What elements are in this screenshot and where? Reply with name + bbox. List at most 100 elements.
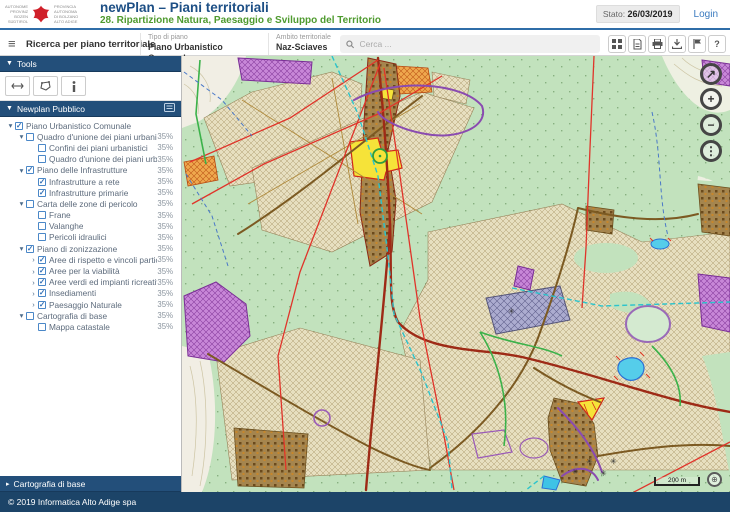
- layer-tree-item[interactable]: ›✓Paesaggio Naturale35%: [2, 299, 177, 310]
- layer-tree-item[interactable]: ›✓Aree verdi ed impianti ricreativi35%: [2, 277, 177, 288]
- layer-checkbox[interactable]: ✓: [38, 189, 46, 197]
- layer-tree-item[interactable]: ▾Quadro d'unione dei piani urbanistici35…: [2, 131, 177, 142]
- layer-checkbox[interactable]: [38, 233, 46, 241]
- map-canvas[interactable]: ✳: [182, 56, 730, 492]
- layer-label[interactable]: Aree di rispetto e vincoli particolari: [49, 255, 157, 265]
- layer-checkbox[interactable]: ✓: [38, 301, 46, 309]
- layer-label[interactable]: Paesaggio Naturale: [49, 300, 122, 310]
- layer-label[interactable]: Confini dei piani urbanistici: [49, 143, 148, 153]
- layer-checkbox[interactable]: ✓: [26, 166, 34, 174]
- layer-checkbox[interactable]: [26, 312, 34, 320]
- layer-tree-item[interactable]: ›✓Insediamenti35%: [2, 288, 177, 299]
- report-button[interactable]: [628, 35, 646, 53]
- expander-icon[interactable]: ›: [29, 289, 38, 298]
- layer-label[interactable]: Insediamenti: [49, 288, 96, 298]
- layer-checkbox[interactable]: [38, 222, 46, 230]
- expander-icon[interactable]: ›: [29, 267, 38, 276]
- layer-checkbox[interactable]: ✓: [38, 278, 46, 286]
- expander-icon[interactable]: ▾: [17, 166, 26, 175]
- layer-tree-item[interactable]: ›✓Aree di rispetto e vincoli particolari…: [2, 254, 177, 265]
- help-button[interactable]: ?: [708, 35, 726, 53]
- print-button[interactable]: [648, 35, 666, 53]
- layer-tree-item[interactable]: Frane35%: [2, 210, 177, 221]
- more-tools-button[interactable]: ⋮: [700, 140, 722, 162]
- expander-icon[interactable]: ▾: [17, 132, 26, 141]
- layer-tree-item[interactable]: Quadro d'unione dei piani urbanistici35%: [2, 154, 177, 165]
- measure-distance-icon: [11, 82, 24, 90]
- layer-checkbox[interactable]: ✓: [38, 256, 46, 264]
- status-date: 26/03/2019: [627, 9, 672, 19]
- layer-checkbox[interactable]: [38, 211, 46, 219]
- logo-text-it: PROVINCIAAUTONOMADI BOLZANOALTO ADIGE: [54, 4, 78, 24]
- layer-checkbox[interactable]: [38, 144, 46, 152]
- apps-grid-button[interactable]: [608, 35, 626, 53]
- layer-label[interactable]: Piano Urbanistico Comunale: [26, 121, 131, 131]
- measure-distance-button[interactable]: [5, 76, 30, 96]
- layer-tree-item[interactable]: ▾✓Piano Urbanistico Comunale: [2, 120, 177, 131]
- layer-tree-item[interactable]: ✓Infrastrutture primarie 35%: [2, 187, 177, 198]
- layer-tree-item[interactable]: Pericoli idraulici35%: [2, 232, 177, 243]
- layer-tree-item[interactable]: ▾Cartografia di base35%: [2, 310, 177, 321]
- layer-opacity: 35%: [157, 188, 177, 197]
- info-button[interactable]: [61, 76, 86, 96]
- layer-label[interactable]: Infrastrutture a rete: [49, 177, 120, 187]
- expander-icon[interactable]: ›: [29, 278, 38, 287]
- expander-icon[interactable]: ▾: [6, 121, 15, 130]
- export-button[interactable]: [668, 35, 686, 53]
- login-link[interactable]: Login: [694, 9, 718, 20]
- territory-field[interactable]: Ambito territoriale Naz-Sciaves: [268, 33, 334, 55]
- zoom-in-button[interactable]: +: [700, 88, 722, 110]
- layer-label[interactable]: Quadro d'unione dei piani urbanistici: [37, 132, 157, 142]
- layer-tree-item[interactable]: Mappa catastale35%: [2, 321, 177, 332]
- layer-checkbox[interactable]: ✓: [38, 267, 46, 275]
- sidebar: ▼ Tools: [0, 56, 182, 492]
- layer-checkbox[interactable]: [26, 200, 34, 208]
- layer-label[interactable]: Valanghe: [49, 221, 83, 231]
- layer-label[interactable]: Piano delle Infrastrutture: [37, 165, 127, 175]
- layer-checkbox[interactable]: ✓: [15, 122, 23, 130]
- layer-tree-item[interactable]: ▾✓Piano delle Infrastrutture35%: [2, 165, 177, 176]
- search-box[interactable]: [340, 35, 600, 53]
- search-input[interactable]: [360, 39, 594, 49]
- extent-button[interactable]: ↗: [700, 63, 722, 85]
- measure-area-button[interactable]: [33, 76, 58, 96]
- plan-type-field[interactable]: Tipo di piano Piano Urbanistico Comunale: [140, 33, 265, 55]
- layer-checkbox[interactable]: [38, 323, 46, 331]
- layer-label[interactable]: Mappa catastale: [49, 322, 110, 332]
- layer-label[interactable]: Quadro d'unione dei piani urbanistici: [49, 154, 157, 164]
- layer-label[interactable]: Cartografia di base: [37, 311, 107, 321]
- layer-label[interactable]: Carta delle zone di pericolo: [37, 199, 138, 209]
- legend-icon[interactable]: [164, 103, 175, 114]
- layer-tree-item[interactable]: ✓Infrastrutture a rete35%: [2, 176, 177, 187]
- layer-tree-item[interactable]: ›✓Aree per la viabilità35%: [2, 265, 177, 276]
- expander-icon[interactable]: ›: [29, 255, 38, 264]
- layers-panel-header[interactable]: ▼ Newplan Pubblico: [0, 101, 181, 117]
- layer-tree-item[interactable]: Confini dei piani urbanistici35%: [2, 142, 177, 153]
- layer-label[interactable]: Infrastrutture primarie: [49, 188, 128, 198]
- layer-tree-item[interactable]: Valanghe35%: [2, 221, 177, 232]
- search-mode-title[interactable]: Ricerca per piano territoriale: [26, 39, 155, 50]
- layer-label[interactable]: Aree per la viabilità: [49, 266, 120, 276]
- expander-icon[interactable]: ▾: [17, 311, 26, 320]
- zoom-out-button[interactable]: −: [700, 114, 722, 136]
- layer-checkbox[interactable]: ✓: [38, 289, 46, 297]
- layer-checkbox[interactable]: [38, 155, 46, 163]
- layer-checkbox[interactable]: ✓: [26, 245, 34, 253]
- layer-label[interactable]: Pericoli idraulici: [49, 232, 107, 242]
- layer-tree-item[interactable]: ▾✓Piano di zonizzazione35%: [2, 243, 177, 254]
- layer-checkbox[interactable]: ✓: [38, 178, 46, 186]
- layer-checkbox[interactable]: [26, 133, 34, 141]
- basemap-panel-header[interactable]: ▸ Cartografia di base: [0, 476, 181, 492]
- menu-icon[interactable]: ≡: [8, 36, 16, 51]
- flag-button[interactable]: [688, 35, 706, 53]
- expander-icon[interactable]: ›: [29, 300, 38, 309]
- expander-icon[interactable]: ▾: [17, 199, 26, 208]
- collapse-icon: ▼: [6, 60, 13, 67]
- layer-label[interactable]: Piano di zonizzazione: [37, 244, 117, 254]
- layer-label[interactable]: Aree verdi ed impianti ricreativi: [49, 277, 157, 287]
- layer-label[interactable]: Frane: [49, 210, 71, 220]
- expander-icon[interactable]: ▾: [17, 244, 26, 253]
- territory-label: Ambito territoriale: [276, 33, 334, 42]
- tools-panel-header[interactable]: ▼ Tools: [0, 56, 181, 72]
- layer-tree-item[interactable]: ▾Carta delle zone di pericolo35%: [2, 198, 177, 209]
